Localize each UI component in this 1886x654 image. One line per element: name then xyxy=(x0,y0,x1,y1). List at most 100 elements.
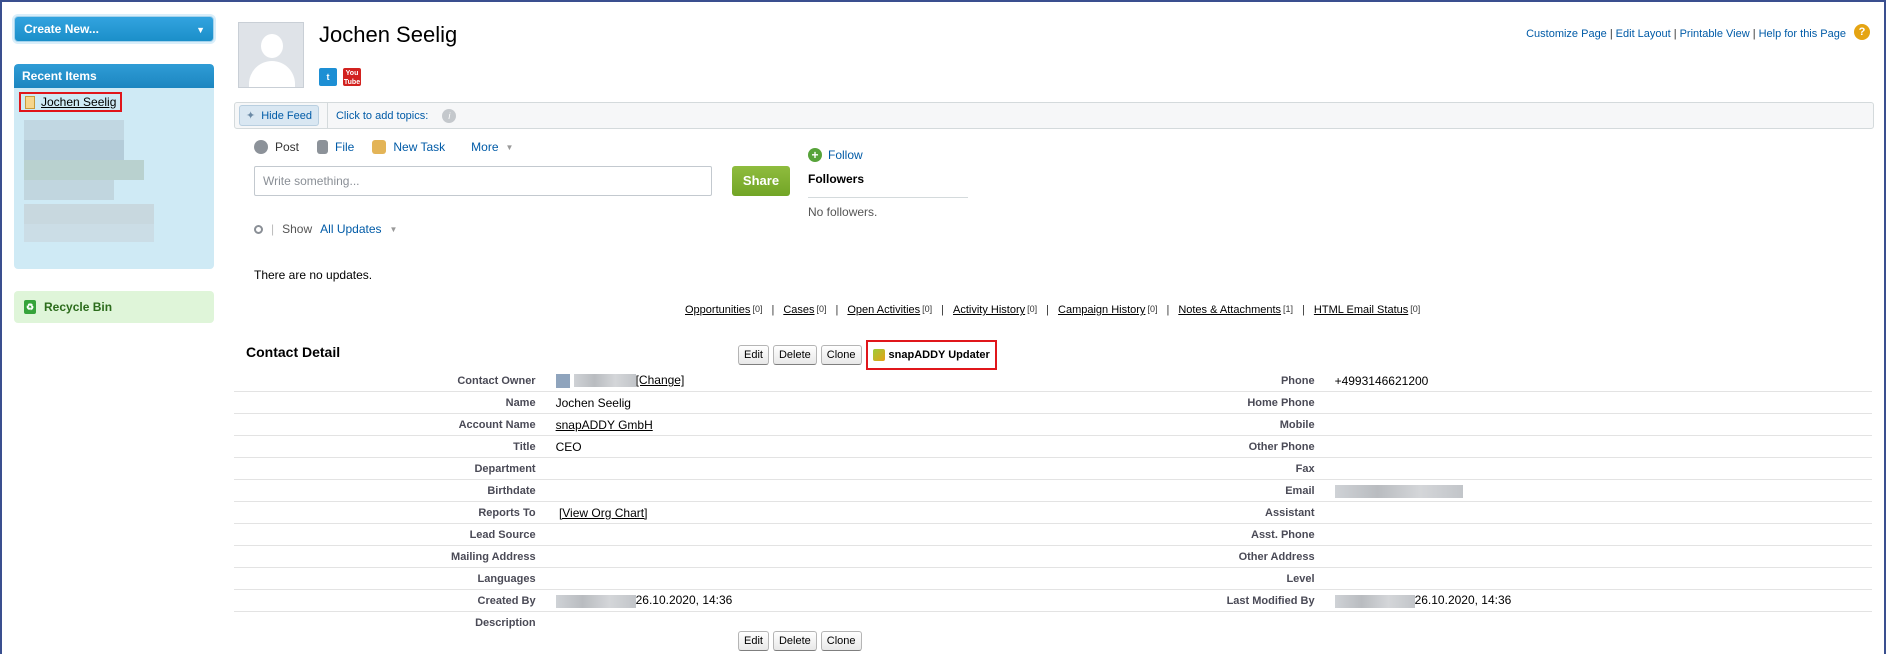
modified-date: 26.10.2020, 14:36 xyxy=(1414,593,1512,608)
field-value xyxy=(545,523,1093,546)
contact-owner-value: [Change] xyxy=(545,370,1093,392)
delete-button[interactable]: Delete xyxy=(772,345,817,365)
related-link-campaign-history[interactable]: Campaign History xyxy=(1058,304,1145,316)
redacted-user xyxy=(1334,594,1415,608)
tab-post-label: Post xyxy=(275,140,300,154)
clone-button[interactable]: Clone xyxy=(820,345,862,365)
field-label: Name xyxy=(234,391,546,414)
printable-view-link[interactable]: Printable View xyxy=(1680,28,1750,40)
tab-post[interactable]: Post xyxy=(254,140,299,154)
related-count: [0] xyxy=(752,304,763,314)
field-label: Home Phone xyxy=(1092,391,1325,414)
field-label: Asst. Phone xyxy=(1092,523,1325,546)
field-value xyxy=(1324,501,1872,524)
chevron-down-icon[interactable]: ▼ xyxy=(390,225,398,234)
youtube-icon[interactable]: You Tube xyxy=(343,68,361,86)
tab-new-task[interactable]: New Task xyxy=(372,140,445,154)
clone-button[interactable]: Clone xyxy=(820,631,862,651)
follow-button[interactable]: + Follow xyxy=(808,148,968,162)
related-link-html-email-status[interactable]: HTML Email Status xyxy=(1314,304,1408,316)
pin-icon: ✦ xyxy=(246,110,256,122)
related-link-opportunities[interactable]: Opportunities xyxy=(685,304,750,316)
field-label: Birthdate xyxy=(234,479,546,502)
edit-button[interactable]: Edit xyxy=(738,631,769,651)
follow-pane: + Follow Followers No followers. xyxy=(808,148,968,219)
related-link-notes-attachments[interactable]: Notes & Attachments xyxy=(1178,304,1281,316)
recent-item-jochen-seelig[interactable]: Jochen Seelig xyxy=(19,92,123,112)
info-icon[interactable]: i xyxy=(442,108,457,123)
twitter-icon[interactable]: t xyxy=(319,68,337,86)
tab-file[interactable]: File xyxy=(317,140,354,154)
post-icon xyxy=(254,140,268,154)
redacted-email xyxy=(1334,484,1463,498)
file-icon xyxy=(317,140,329,154)
field-label: Department xyxy=(234,457,546,480)
hide-feed-label: Hide Feed xyxy=(261,109,312,122)
field-label: Other Phone xyxy=(1092,435,1325,458)
field-label: Fax xyxy=(1092,457,1325,480)
created-date: 26.10.2020, 14:36 xyxy=(635,593,733,608)
help-icon[interactable]: ? xyxy=(1854,24,1870,40)
field-value xyxy=(1324,545,1872,568)
no-followers-text: No followers. xyxy=(808,205,878,219)
contact-icon xyxy=(25,95,35,109)
hide-feed-button[interactable]: ✦ Hide Feed xyxy=(239,105,319,126)
snapaddy-updater-label: snapADDY Updater xyxy=(888,349,990,361)
tab-more-label: More xyxy=(471,140,499,154)
related-link-activity-history[interactable]: Activity History xyxy=(953,304,1025,316)
table-row: Languages Level xyxy=(234,567,1872,590)
tab-more[interactable]: More ▼ xyxy=(471,140,513,154)
field-label: Level xyxy=(1092,567,1325,590)
recent-item-label: Jochen Seelig xyxy=(41,95,117,109)
related-count: [0] xyxy=(922,304,933,314)
delete-button[interactable]: Delete xyxy=(772,631,817,651)
customize-page-link[interactable]: Customize Page xyxy=(1526,28,1607,40)
detail-bottom-button-row: Edit Delete Clone xyxy=(738,631,862,651)
detail-button-row: Edit Delete Clone snapADDY Updater xyxy=(738,340,997,370)
related-link-cases[interactable]: Cases xyxy=(783,304,814,316)
field-label: Created By xyxy=(234,589,546,612)
edit-button[interactable]: Edit xyxy=(738,345,769,365)
share-button[interactable]: Share xyxy=(732,166,790,196)
related-count: [1] xyxy=(1283,304,1294,314)
table-row: Lead Source Asst. Phone xyxy=(234,523,1872,546)
related-link-open-activities[interactable]: Open Activities xyxy=(847,304,920,316)
help-link[interactable]: Help for this Page xyxy=(1759,28,1846,40)
feed-filter-dropdown[interactable]: All Updates xyxy=(320,222,381,236)
account-name-link[interactable]: snapADDY GmbH xyxy=(556,418,653,432)
field-value xyxy=(1325,612,1872,634)
field-value xyxy=(546,612,1093,634)
edit-layout-link[interactable]: Edit Layout xyxy=(1616,28,1671,40)
table-row: Account Name snapADDY GmbH Mobile xyxy=(234,413,1872,436)
field-value: snapADDY GmbH xyxy=(545,413,1093,436)
field-value xyxy=(1324,523,1872,546)
related-list-links: Opportunities [0] | Cases [0] | Open Activit… xyxy=(685,304,1421,316)
related-count: [0] xyxy=(1147,304,1158,314)
table-row: Created By 26.10.2020, 14:36 Last Modifi… xyxy=(234,589,1872,612)
field-label: Last Modified By xyxy=(1092,589,1325,612)
field-value xyxy=(545,567,1093,590)
field-label xyxy=(1093,612,1325,634)
field-value xyxy=(1324,457,1872,480)
create-new-button[interactable]: Create New... ▼ xyxy=(14,16,214,42)
view-org-chart-link[interactable]: [View Org Chart] xyxy=(559,506,647,520)
user-icon xyxy=(555,373,570,388)
field-label: Account Name xyxy=(234,413,546,436)
field-label: Contact Owner xyxy=(234,370,546,392)
page-title: Jochen Seelig xyxy=(319,22,458,47)
recycle-bin-label: Recycle Bin xyxy=(44,300,113,314)
post-input[interactable]: Write something... xyxy=(254,166,712,196)
table-row: Department Fax xyxy=(234,457,1872,480)
add-topics-link[interactable]: Click to add topics: xyxy=(336,110,428,122)
snapaddy-updater-button[interactable]: snapADDY Updater xyxy=(865,340,997,370)
follow-label: Follow xyxy=(828,148,863,162)
field-label: Phone xyxy=(1092,370,1325,392)
feed-bar: ✦ Hide Feed Click to add topics: i xyxy=(234,102,1874,129)
field-label: Languages xyxy=(234,567,546,590)
search-icon[interactable] xyxy=(254,224,263,234)
table-row: Birthdate Email xyxy=(234,479,1872,502)
chevron-down-icon: ▼ xyxy=(505,142,514,152)
field-value: Jochen Seelig xyxy=(545,391,1093,414)
recycle-bin-link[interactable]: ♻ Recycle Bin xyxy=(14,291,214,323)
change-owner-link[interactable]: [Change] xyxy=(636,373,685,387)
